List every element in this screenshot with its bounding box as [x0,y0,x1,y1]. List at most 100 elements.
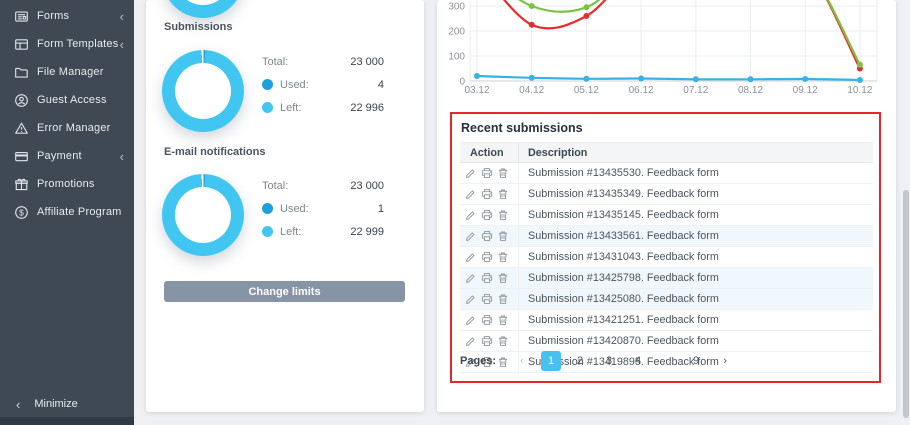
recent-submissions-panel: Recent submissions Action Description Su… [450,112,881,383]
submission-description[interactable]: Submission #13435145. Feedback form [518,204,873,226]
delete-icon[interactable] [497,335,509,347]
delete-icon[interactable] [497,314,509,326]
page-button-1[interactable]: 1 [541,351,562,371]
delete-icon[interactable] [497,251,509,263]
submission-description[interactable]: Submission #13433561. Feedback form [518,225,873,247]
sidebar-item-label: Forms [37,10,70,22]
file-manager-icon [14,65,29,80]
table-header-row: Action Description [460,142,873,163]
submissions-line-chart: 0 100 200 300 03.12 04.12 05.12 06.12 07.12 08.12… [437,0,896,97]
submission-description[interactable]: Submission #13425080. Feedback form [518,288,873,310]
form-templates-icon [14,37,29,52]
page-button-2[interactable]: 2 [570,351,590,371]
print-icon[interactable] [481,272,493,284]
email-notifications-legend: Total: 23 000 Used: 1 Left: 22 999 [262,174,384,243]
edit-icon[interactable] [465,251,477,263]
edit-icon[interactable] [465,167,477,179]
activity-card: 0 100 200 300 03.12 04.12 05.12 06.12 07.12 08.12… [437,0,896,412]
delete-icon[interactable] [497,167,509,179]
print-icon[interactable] [481,293,493,305]
previous-page-button[interactable]: ‹ [512,351,532,371]
sidebar-item-form-templates[interactable]: Form Templates ‹ [0,30,134,58]
chevron-left-icon: ‹ [119,8,124,24]
delete-icon[interactable] [497,293,509,305]
table-row: Submission #13420870. Feedback form [460,330,873,352]
sidebar-nav: Forms ‹ Form Templates ‹ File Manager Guest A… [0,2,134,226]
sidebar-item-label: Error Manager [37,122,111,134]
page-button-3[interactable]: 3 [599,351,619,371]
edit-icon[interactable] [465,188,477,200]
sidebar-item-guest-access[interactable]: Guest Access [0,86,134,114]
svg-text:10.12: 10.12 [847,85,872,96]
guest-access-icon [14,93,29,108]
promotions-icon [14,177,29,192]
print-icon[interactable] [481,167,493,179]
next-page-button[interactable]: › [715,351,735,371]
sidebar-minimize-button[interactable]: ‹ Minimize [0,392,134,416]
submission-description[interactable]: Submission #13431043. Feedback form [518,246,873,268]
delete-icon[interactable] [497,188,509,200]
affiliate-program-icon: $ [14,205,29,220]
svg-text:200: 200 [448,27,465,38]
sidebar-item-label: File Manager [37,66,104,78]
sidebar-item-label: Affiliate Program [37,206,122,218]
edit-icon[interactable] [465,209,477,221]
legend-row-used: Used: 1 [262,197,384,220]
sidebar-item-forms[interactable]: Forms ‹ [0,2,134,30]
edit-icon[interactable] [465,293,477,305]
submission-description[interactable]: Submission #13421251. Feedback form [518,309,873,331]
submission-description[interactable]: Submission #13435530. Feedback form [518,162,873,184]
print-icon[interactable] [481,314,493,326]
print-icon[interactable] [481,335,493,347]
left-label: Left: [280,225,302,238]
svg-text:100: 100 [448,52,465,63]
print-icon[interactable] [481,188,493,200]
section-title-email-notifications: E-mail notifications [164,146,266,158]
edit-icon[interactable] [465,230,477,242]
scrollbar-thumb[interactable] [903,190,909,418]
submission-description[interactable]: Submission #13435349. Feedback form [518,183,873,205]
table-row: Submission #13431043. Feedback form [460,246,873,268]
sidebar-item-file-manager[interactable]: File Manager [0,58,134,86]
submissions-legend: Total: 23 000 Used: 4 Left: 22 996 [262,50,384,119]
sidebar-item-error-manager[interactable]: Error Manager [0,114,134,142]
submission-description[interactable]: Submission #13425798. Feedback form [518,267,873,289]
sidebar: Forms ‹ Form Templates ‹ File Manager Guest A… [0,0,134,425]
payment-icon [14,149,29,164]
page-button-4[interactable]: 4 [628,351,648,371]
used-label: Used: [280,78,309,91]
table-row: Submission #13435145. Feedback form [460,204,873,226]
delete-icon[interactable] [497,272,509,284]
legend-row-total: Total: 23 000 [262,174,384,197]
svg-text:07.12: 07.12 [683,85,708,96]
left-value: 22 996 [350,101,384,114]
print-icon[interactable] [481,230,493,242]
sidebar-item-label: Form Templates [37,38,119,50]
sidebar-item-affiliate-program[interactable]: $ Affiliate Program [0,198,134,226]
recent-submissions-title: Recent submissions [461,121,583,135]
change-limits-button[interactable]: Change limits [164,281,405,302]
legend-row-left: Left: 22 999 [262,220,384,243]
limits-card: Submissions Total: 23 000 Used: 4 Left: … [146,0,424,412]
sidebar-item-label: Promotions [37,178,95,190]
left-label: Left: [280,101,302,114]
svg-text:06.12: 06.12 [629,85,654,96]
edit-icon[interactable] [465,272,477,284]
print-icon[interactable] [481,251,493,263]
svg-text:$: $ [19,207,24,217]
column-header-description: Description [518,142,873,163]
sidebar-item-promotions[interactable]: Promotions [0,170,134,198]
edit-icon[interactable] [465,335,477,347]
pages-label: Pages: [460,355,497,367]
print-icon[interactable] [481,209,493,221]
delete-icon[interactable] [497,230,509,242]
svg-text:05.12: 05.12 [574,85,599,96]
submission-description[interactable]: Submission #13420870. Feedback form [518,330,873,352]
table-row: Submission #13425798. Feedback form [460,267,873,289]
sidebar-item-payment[interactable]: Payment ‹ [0,142,134,170]
delete-icon[interactable] [497,209,509,221]
page-button-9[interactable]: 9 [686,351,706,371]
left-dot-icon [262,102,273,113]
chevron-left-icon: ‹ [16,396,21,412]
edit-icon[interactable] [465,314,477,326]
